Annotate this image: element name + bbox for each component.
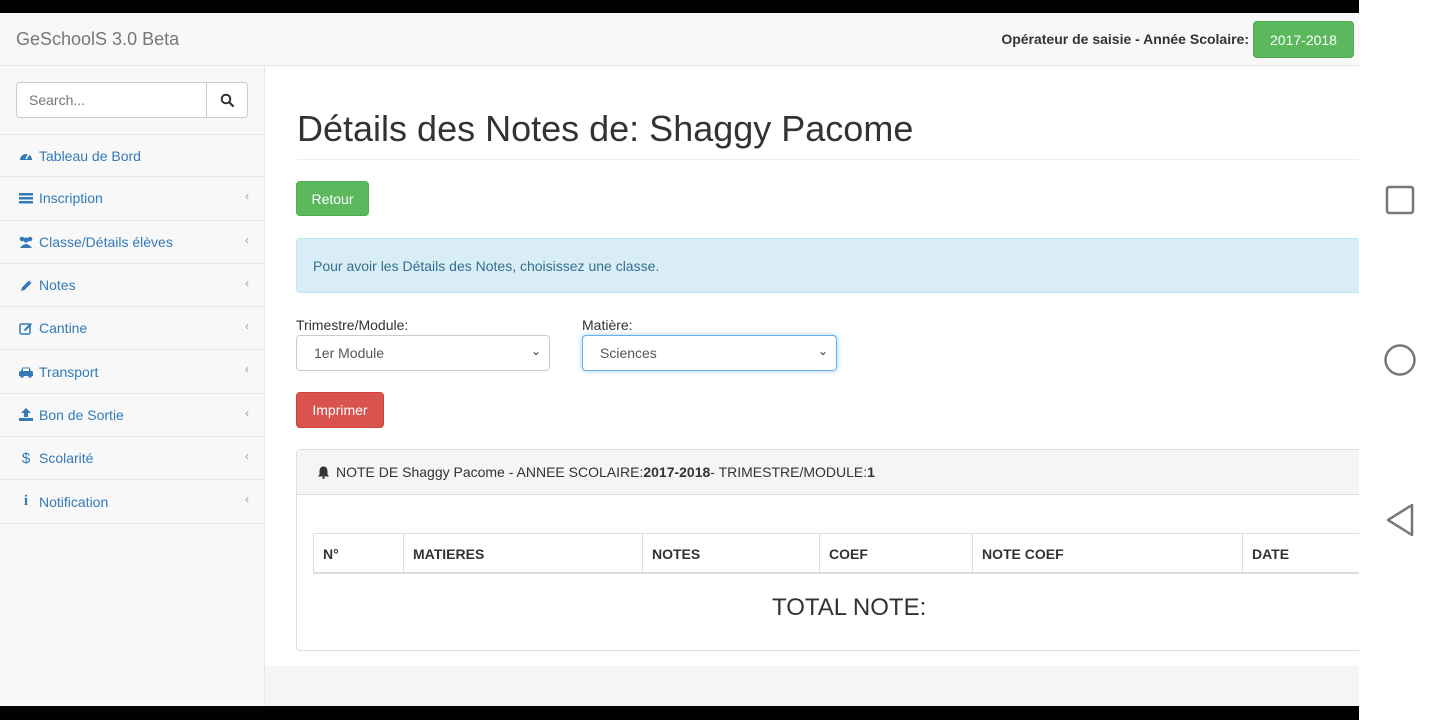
sidebar-item-label: Scolarité — [39, 450, 94, 467]
column-header-notes[interactable]: NOTES — [643, 534, 820, 573]
back-nav-button[interactable] — [1359, 490, 1440, 550]
subject-select-value: Sciences — [600, 345, 657, 361]
panel-heading-year: 2017-2018 — [643, 464, 711, 480]
sidebar-item-label: Transport — [39, 363, 99, 380]
pencil-icon — [18, 279, 34, 292]
sidebar-item-label: Notes — [39, 277, 76, 294]
recent-apps-button[interactable] — [1359, 170, 1440, 230]
chevron-down-icon: ⌄ — [817, 344, 828, 358]
sidebar-item-label: Inscription — [39, 190, 103, 207]
top-navbar: GeSchoolS 3.0 Beta Opérateur de saisie -… — [0, 13, 1359, 66]
sidebar-item-scolarite[interactable]: $ Scolarité ‹ — [0, 437, 264, 481]
chevron-left-icon: ‹ — [245, 232, 249, 247]
term-select[interactable]: 1er Module ⌄ — [296, 335, 550, 371]
panel-heading-prefix: NOTE DE Shaggy Pacome - ANNEE SCOLAIRE: — [336, 464, 644, 480]
operator-label: Opérateur de saisie - Année Scolaire: — [1001, 31, 1249, 47]
sidebar-item-label: Bon de Sortie — [39, 406, 124, 423]
sidebar-item-label: Cantine — [39, 320, 88, 337]
app-screen: GeSchoolS 3.0 Beta Opérateur de saisie -… — [0, 13, 1359, 706]
sidebar-search — [16, 82, 248, 118]
search-icon — [220, 93, 234, 107]
sidebar-item-classe[interactable]: Classe/Détails élèves ‹ — [0, 221, 264, 264]
subject-label: Matière: — [582, 317, 633, 333]
info-alert: Pour avoir les Détails des Notes, choisi… — [296, 238, 1359, 293]
sidebar-item-transport[interactable]: Transport ‹ — [0, 350, 264, 394]
square-icon — [1385, 185, 1414, 215]
chevron-left-icon: ‹ — [245, 405, 249, 420]
search-input[interactable] — [16, 82, 207, 118]
grades-panel: NOTE DE Shaggy Pacome - ANNEE SCOLAIRE: … — [296, 449, 1359, 651]
chevron-down-icon: ⌄ — [530, 344, 541, 358]
chevron-left-icon: ‹ — [245, 362, 249, 377]
sidebar-item-label: Notification — [39, 493, 109, 510]
term-select-value: 1er Module — [314, 345, 385, 361]
car-icon — [18, 366, 34, 378]
column-header-matieres[interactable]: MATIERES — [404, 534, 643, 573]
school-year-badge[interactable]: 2017-2018 — [1253, 21, 1354, 58]
dashboard-icon — [18, 150, 34, 162]
main-content: Détails des Notes de: Shaggy Pacome Reto… — [265, 66, 1359, 666]
chevron-left-icon: ‹ — [245, 319, 249, 334]
sidebar-item-label: Tableau de Bord — [39, 147, 141, 164]
bell-icon — [318, 466, 329, 479]
home-button[interactable] — [1359, 330, 1440, 390]
brand-logo[interactable]: GeSchoolS 3.0 Beta — [16, 29, 179, 50]
sidebar: Tableau de Bord Inscription ‹ Classe/Dét… — [0, 66, 265, 706]
list-icon — [18, 192, 34, 204]
panel-heading: NOTE DE Shaggy Pacome - ANNEE SCOLAIRE: … — [297, 450, 1359, 495]
upload-icon — [18, 408, 34, 422]
search-button[interactable] — [207, 82, 248, 118]
sidebar-menu: Tableau de Bord Inscription ‹ Classe/Dét… — [0, 134, 264, 524]
triangle-back-icon — [1386, 503, 1413, 537]
sidebar-item-cantine[interactable]: Cantine ‹ — [0, 307, 264, 351]
column-header-note-coef[interactable]: NOTE COEF — [973, 534, 1243, 573]
sidebar-item-bon-de-sortie[interactable]: Bon de Sortie ‹ — [0, 394, 264, 438]
column-header-coef[interactable]: COEF — [820, 534, 973, 573]
panel-heading-term: 1 — [867, 464, 875, 480]
column-header-number[interactable]: N° — [314, 534, 404, 573]
android-navigation-bar — [1359, 0, 1440, 720]
sidebar-item-label: Classe/Détails élèves — [39, 233, 173, 250]
panel-heading-mid: - TRIMESTRE/MODULE: — [710, 464, 868, 480]
users-icon — [18, 236, 34, 248]
back-button[interactable]: Retour — [296, 181, 369, 216]
chevron-left-icon: ‹ — [245, 275, 249, 290]
edit-icon — [18, 322, 34, 335]
subject-select[interactable]: Sciences ⌄ — [582, 335, 837, 371]
chevron-left-icon: ‹ — [245, 449, 249, 464]
page-title: Détails des Notes de: Shaggy Pacome — [297, 108, 914, 149]
grades-table-header: N° MATIERES NOTES COEF NOTE COEF DATE — [313, 533, 1359, 574]
title-divider — [297, 159, 1359, 160]
chevron-left-icon: ‹ — [245, 492, 249, 507]
info-icon: i — [23, 493, 29, 510]
column-header-date[interactable]: DATE — [1243, 534, 1359, 573]
print-button[interactable]: Imprimer — [296, 392, 384, 428]
term-label: Trimestre/Module: — [296, 317, 409, 333]
sidebar-item-tableau-de-bord[interactable]: Tableau de Bord — [0, 134, 264, 178]
sidebar-item-notification[interactable]: i Notification ‹ — [0, 480, 264, 524]
total-note-label: TOTAL NOTE: — [772, 594, 927, 621]
chevron-left-icon: ‹ — [245, 189, 249, 204]
circle-icon — [1383, 344, 1416, 376]
dollar-icon: $ — [21, 449, 31, 467]
sidebar-item-inscription[interactable]: Inscription ‹ — [0, 177, 264, 221]
sidebar-item-notes[interactable]: Notes ‹ — [0, 264, 264, 308]
